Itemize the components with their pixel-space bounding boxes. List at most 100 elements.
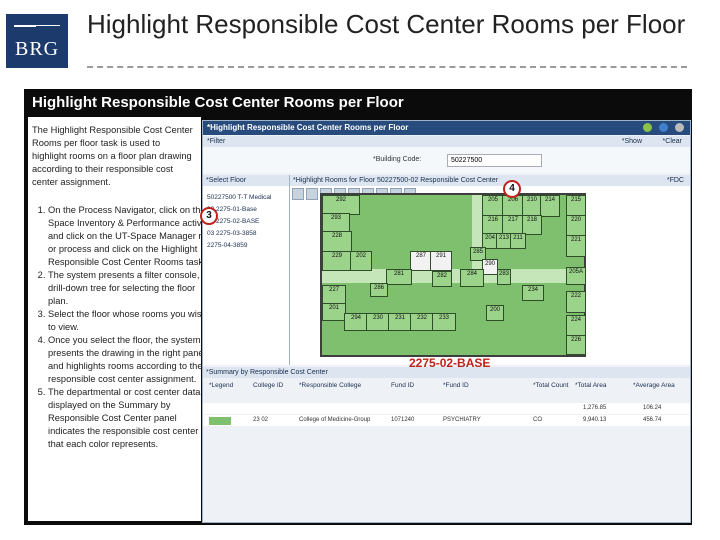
tree-item[interactable]: 03 2275-03-3858	[207, 228, 289, 240]
instructions-text: The Highlight Responsible Cost Center Ro…	[28, 117, 214, 521]
table-row[interactable]: 23 02 College of Medicine-Group 1071240 …	[203, 415, 690, 426]
close-icon[interactable]	[675, 123, 684, 132]
count-cell: CO	[533, 417, 542, 423]
floor-tree: 50227500 T-T Medical 02 2275-01-Base 03 …	[203, 192, 289, 252]
tree-item[interactable]: 50227500 T-T Medical	[207, 192, 289, 204]
fdc-button[interactable]: *FDC	[667, 175, 684, 186]
room[interactable]: 282	[432, 271, 452, 287]
room[interactable]: 202	[350, 251, 372, 271]
room[interactable]: 294	[344, 313, 368, 331]
callout-3: 3	[200, 207, 218, 225]
room[interactable]: 200	[486, 305, 504, 321]
filter-header: *Filter *Show *Clear	[203, 136, 690, 147]
room[interactable]: 206	[502, 195, 524, 217]
steps-list: On the Process Navigator, click on the S…	[30, 204, 214, 451]
filter-console: *Building Code: 50227500	[203, 147, 690, 173]
col-fund-name[interactable]: *Fund ID	[443, 382, 487, 390]
zoom-out-icon[interactable]	[306, 188, 318, 200]
table-row[interactable]: 1,276.85 106.24	[203, 403, 690, 414]
step-item: The system presents a filter console, dr…	[48, 269, 214, 308]
room[interactable]: 232	[410, 313, 434, 331]
col-legend[interactable]: *Legend	[209, 382, 253, 390]
highlight-header-text: *Highlight Rooms for Floor 50227500-02 R…	[293, 177, 499, 184]
floor-plan-drawing[interactable]: 292 293 228 229 227 201 294 230 231 232 …	[320, 193, 586, 357]
tree-item[interactable]: 03 2275-02-BASE	[207, 216, 289, 228]
room[interactable]: 281	[386, 269, 412, 285]
step-item: On the Process Navigator, click on the S…	[48, 204, 214, 269]
show-button[interactable]: *Show	[622, 136, 642, 147]
zoom-in-icon[interactable]	[292, 188, 304, 200]
average-area-cell: 106.24	[643, 405, 662, 411]
room[interactable]: 290	[482, 259, 498, 275]
tree-item[interactable]: 2275-04-3859	[207, 240, 289, 252]
building-code-label: *Building Code:	[373, 156, 422, 163]
room[interactable]: 210	[522, 195, 542, 217]
room[interactable]: 226	[566, 335, 586, 355]
room[interactable]: 222	[566, 291, 586, 313]
refresh-icon[interactable]	[643, 123, 652, 132]
room[interactable]: 293	[322, 213, 350, 233]
brg-logo: BRG	[6, 14, 68, 68]
col-total-count[interactable]: *Total Count	[533, 382, 577, 390]
panel-title: Highlight Responsible Cost Center Rooms …	[32, 94, 404, 111]
col-average-area[interactable]: *Average Area	[633, 382, 677, 390]
room[interactable]: 211	[510, 233, 526, 249]
college-cell: College of Medicine-Group	[299, 417, 371, 423]
room[interactable]: 216	[482, 215, 504, 235]
step-item: Select the floor whose rooms you wish to…	[48, 308, 214, 334]
room[interactable]: 205	[482, 195, 504, 217]
avg-area-cell: 456.74	[643, 417, 662, 423]
room[interactable]: 224	[566, 315, 586, 337]
room[interactable]: 221	[566, 235, 586, 257]
window-titlebar: *Highlight Responsible Cost Center Rooms…	[203, 121, 690, 135]
select-floor-header: *Select Floor	[203, 175, 289, 186]
room[interactable]: 231	[388, 313, 412, 331]
room[interactable]: 228	[322, 231, 352, 253]
clear-button[interactable]: *Clear	[663, 136, 682, 147]
tree-item[interactable]: 02 2275-01-Base	[207, 204, 289, 216]
room[interactable]: 230	[366, 313, 390, 331]
step-item: Once you select the floor, the system pr…	[48, 334, 214, 386]
logo-text: BRG	[15, 38, 60, 60]
slide-title: Highlight Responsible Cost Center Rooms …	[87, 9, 686, 39]
room[interactable]: 234	[522, 285, 544, 301]
fund-name-cell: PSYCHIATRY	[443, 417, 481, 423]
room[interactable]: 287	[410, 251, 432, 271]
callout-4: 4	[503, 180, 521, 198]
floor-plan-pane: *Highlight Rooms for Floor 50227500-02 R…	[290, 175, 690, 370]
col-fund-id[interactable]: Fund ID	[391, 382, 435, 390]
step-item: The departmental or cost center data dis…	[48, 386, 214, 451]
help-icon[interactable]	[659, 123, 668, 132]
room[interactable]: 217	[502, 215, 524, 235]
col-college-id[interactable]: College ID	[253, 382, 297, 390]
room[interactable]: 227	[322, 285, 346, 305]
room[interactable]: 215	[566, 195, 586, 217]
room[interactable]: 220	[566, 215, 586, 237]
col-college[interactable]: *Responsible College	[299, 382, 369, 390]
room[interactable]: 283	[497, 269, 511, 285]
summary-columns: *Legend College ID *Responsible College …	[203, 379, 690, 401]
summary-header: *Summary by Responsible Cost Center	[203, 367, 690, 378]
room[interactable]: 229	[322, 251, 352, 271]
room[interactable]: 286	[370, 283, 388, 297]
room[interactable]: 218	[522, 215, 542, 235]
room[interactable]: 214	[540, 195, 560, 217]
highlight-header: *Highlight Rooms for Floor 50227500-02 R…	[290, 175, 690, 186]
room[interactable]: 292	[322, 195, 360, 215]
college-id-cell: 23 02	[253, 417, 269, 423]
room[interactable]: 205A	[566, 267, 586, 285]
intro-paragraph: The Highlight Responsible Cost Center Ro…	[32, 125, 193, 187]
legend-swatch	[209, 417, 231, 425]
room[interactable]: 291	[430, 251, 452, 271]
select-floor-pane: *Select Floor 50227500 T-T Medical 02 22…	[203, 175, 290, 365]
col-total-area[interactable]: *Total Area	[575, 382, 619, 390]
room[interactable]: 284	[460, 269, 484, 287]
content-panel: Highlight Responsible Cost Center Rooms …	[24, 89, 692, 525]
building-code-input[interactable]: 50227500	[447, 154, 542, 167]
title-divider	[87, 66, 687, 68]
total-area-cell: 1,276.85	[583, 405, 607, 411]
window-title: *Highlight Responsible Cost Center Rooms…	[207, 123, 409, 132]
filter-label: *Filter	[207, 138, 226, 145]
room[interactable]: 233	[432, 313, 456, 331]
room[interactable]: 201	[322, 303, 346, 321]
